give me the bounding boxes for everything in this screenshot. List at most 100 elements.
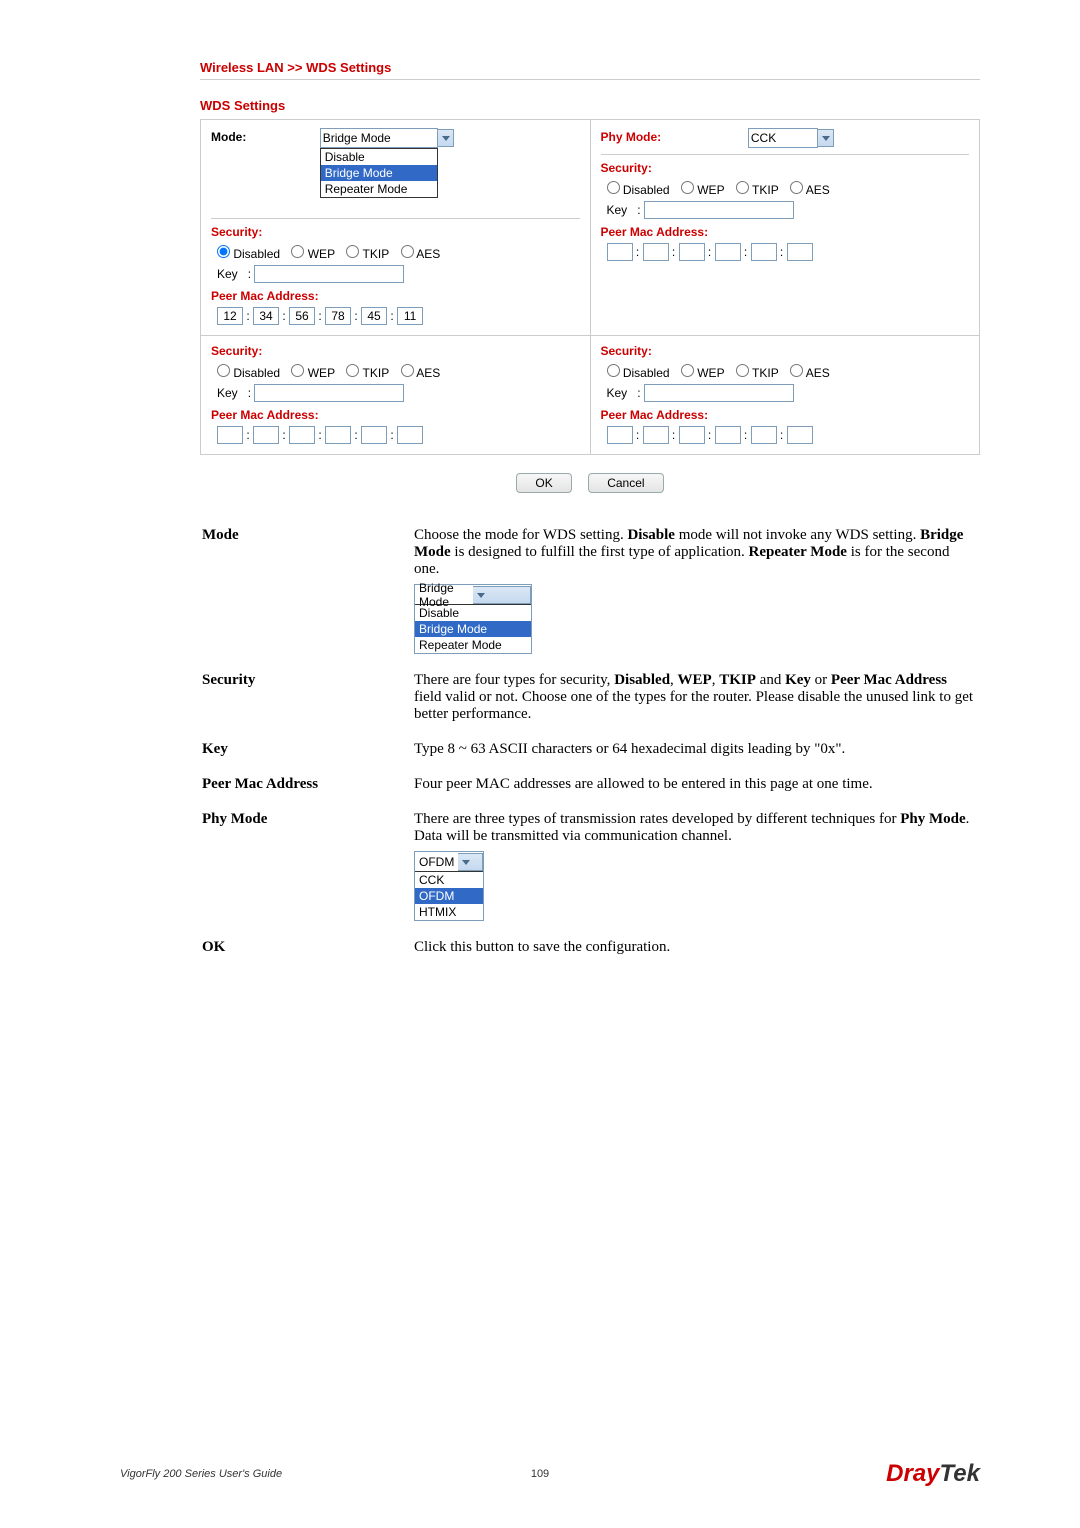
ok-button[interactable]: OK — [516, 473, 571, 493]
radio-disabled[interactable]: Disabled — [607, 366, 670, 380]
desc-label-security: Security — [202, 664, 412, 731]
peer-mac-inputs: : : : : : — [217, 426, 580, 444]
radio-disabled[interactable]: Disabled — [217, 247, 280, 261]
mode-select[interactable]: Disable Bridge Mode Repeater Mode — [320, 128, 454, 148]
desc-text-security: There are four types for security, Disab… — [414, 664, 978, 731]
radio-disabled[interactable]: Disabled — [607, 183, 670, 197]
dd-option: Bridge Mode — [415, 621, 531, 637]
mac-field[interactable] — [217, 307, 243, 325]
key-label: Key — [607, 203, 628, 217]
radio-aes[interactable]: AES — [401, 247, 441, 261]
mode-label: Mode: — [211, 130, 246, 144]
radio-wep[interactable]: WEP — [681, 366, 725, 380]
key-label: Key — [607, 386, 628, 400]
desc-text-peer: Four peer MAC addresses are allowed to b… — [414, 768, 978, 801]
peer-mac-label: Peer Mac Address: — [211, 408, 580, 422]
radio-aes[interactable]: AES — [401, 366, 441, 380]
mac-field[interactable] — [361, 307, 387, 325]
radio-wep[interactable]: WEP — [681, 183, 725, 197]
chevron-down-icon[interactable] — [438, 129, 454, 147]
key-input[interactable] — [644, 201, 794, 219]
mac-field[interactable] — [607, 243, 633, 261]
desc-label-key: Key — [202, 733, 412, 766]
desc-text-key: Type 8 ~ 63 ASCII characters or 64 hexad… — [414, 733, 978, 766]
radio-tkip[interactable]: TKIP — [736, 183, 779, 197]
radio-wep[interactable]: WEP — [291, 247, 335, 261]
mac-field[interactable] — [361, 426, 387, 444]
footer-page-number: 109 — [531, 1468, 549, 1480]
button-row: OK Cancel — [200, 473, 980, 493]
radio-disabled[interactable]: Disabled — [217, 366, 280, 380]
mode-dropdown-list[interactable]: Disable Bridge Mode Repeater Mode — [320, 148, 438, 198]
wds-settings-table: Mode: Disable Bridge Mode Repeater Mode … — [200, 119, 980, 455]
dd-option: OFDM — [415, 888, 483, 904]
security-radios: Disabled WEP TKIP AES — [607, 181, 970, 197]
chevron-down-icon[interactable] — [818, 129, 834, 147]
mode-option[interactable]: Bridge Mode — [321, 165, 437, 181]
security-radios: Disabled WEP TKIP AES — [607, 364, 970, 380]
mac-field[interactable] — [679, 426, 705, 444]
mac-field[interactable] — [325, 307, 351, 325]
desc-label-phy: Phy Mode — [202, 803, 412, 929]
radio-tkip[interactable]: TKIP — [346, 366, 389, 380]
dd-option: Disable — [415, 605, 531, 621]
phy-dropdown-illustration: OFDM CCK OFDM HTMIX — [414, 851, 484, 921]
mac-field[interactable] — [325, 426, 351, 444]
radio-tkip[interactable]: TKIP — [346, 247, 389, 261]
peer-mac-label: Peer Mac Address: — [211, 289, 580, 303]
mac-field[interactable] — [643, 426, 669, 444]
security-label: Security: — [211, 225, 580, 239]
mac-field[interactable] — [751, 426, 777, 444]
mac-field[interactable] — [715, 243, 741, 261]
phy-select[interactable] — [748, 128, 834, 148]
mac-field[interactable] — [253, 426, 279, 444]
radio-wep[interactable]: WEP — [291, 366, 335, 380]
security-radios: Disabled WEP TKIP AES — [217, 364, 580, 380]
key-label: Key — [217, 386, 238, 400]
dd-option: HTMIX — [415, 904, 483, 920]
peer-mac-label: Peer Mac Address: — [601, 408, 970, 422]
mac-field[interactable] — [289, 426, 315, 444]
peer-mac-inputs: : : : : : — [217, 307, 580, 325]
mac-field[interactable] — [715, 426, 741, 444]
mac-field[interactable] — [253, 307, 279, 325]
mode-option[interactable]: Disable — [321, 149, 437, 165]
mac-field[interactable] — [397, 426, 423, 444]
mac-field[interactable] — [751, 243, 777, 261]
draytek-logo: DrayTek — [886, 1460, 980, 1488]
desc-text-mode: Choose the mode for WDS setting. Disable… — [414, 519, 978, 662]
security-label: Security: — [601, 161, 970, 175]
dd-option: CCK — [415, 872, 483, 888]
key-input[interactable] — [254, 384, 404, 402]
breadcrumb-text: Wireless LAN >> WDS Settings — [200, 60, 391, 75]
description-table: Mode Choose the mode for WDS setting. Di… — [200, 517, 980, 966]
radio-aes[interactable]: AES — [790, 183, 830, 197]
radio-tkip[interactable]: TKIP — [736, 366, 779, 380]
mac-field[interactable] — [787, 426, 813, 444]
dd-selected: OFDM — [415, 855, 458, 869]
mac-field[interactable] — [679, 243, 705, 261]
mode-select-value[interactable] — [320, 128, 438, 148]
mac-field[interactable] — [397, 307, 423, 325]
mode-dropdown-illustration: Bridge Mode Disable Bridge Mode Repeater… — [414, 584, 532, 654]
mac-field[interactable] — [217, 426, 243, 444]
key-input[interactable] — [254, 265, 404, 283]
phy-select-value[interactable] — [748, 128, 818, 148]
key-label: Key — [217, 267, 238, 281]
mac-field[interactable] — [787, 243, 813, 261]
desc-label-mode: Mode — [202, 519, 412, 662]
mac-field[interactable] — [607, 426, 633, 444]
chevron-down-icon — [458, 853, 483, 871]
phy-mode-label: Phy Mode: — [601, 130, 662, 144]
radio-aes[interactable]: AES — [790, 366, 830, 380]
cancel-button[interactable]: Cancel — [588, 473, 663, 493]
desc-label-ok: OK — [202, 931, 412, 964]
peer-mac-inputs: : : : : : — [607, 426, 970, 444]
mac-field[interactable] — [289, 307, 315, 325]
security-radios: Disabled WEP TKIP AES — [217, 245, 580, 261]
security-label: Security: — [601, 344, 970, 358]
chevron-down-icon — [473, 586, 532, 604]
key-input[interactable] — [644, 384, 794, 402]
mac-field[interactable] — [643, 243, 669, 261]
mode-option[interactable]: Repeater Mode — [321, 181, 437, 197]
